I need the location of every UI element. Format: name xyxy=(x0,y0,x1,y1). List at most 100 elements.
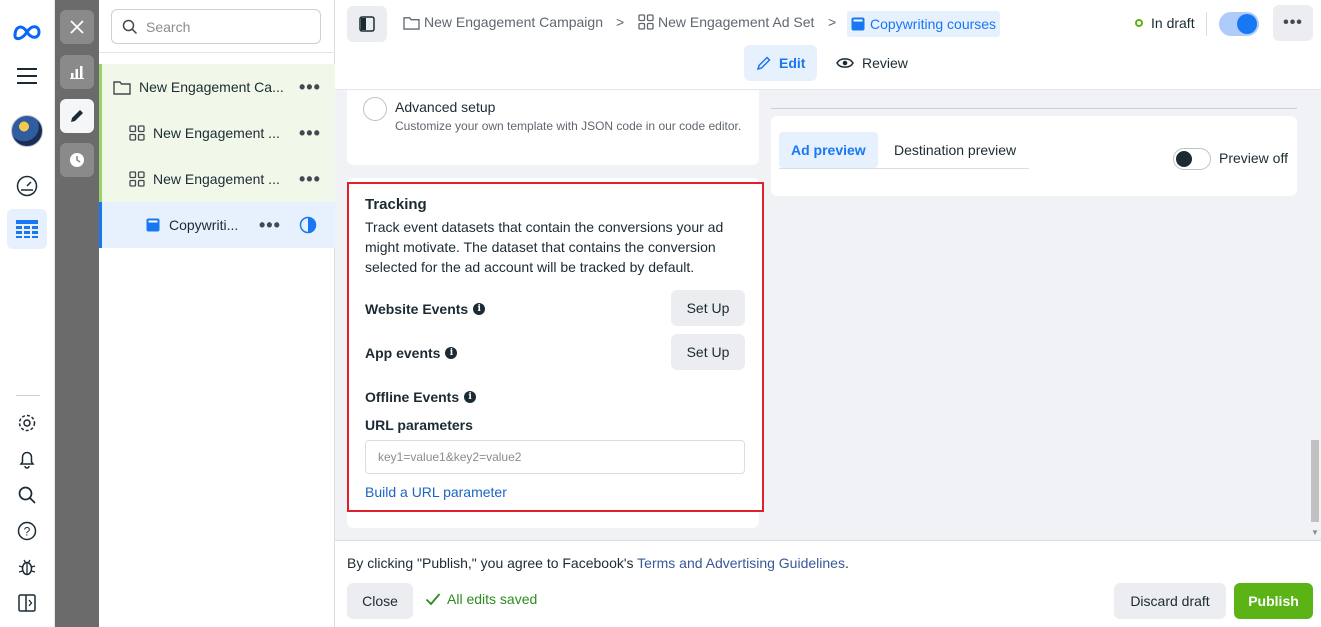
settings-gear-icon[interactable] xyxy=(7,403,47,443)
website-events-setup-button[interactable]: Set Up xyxy=(671,290,745,326)
tracking-description: Track event datasets that contain the co… xyxy=(365,219,724,275)
account-avatar[interactable] xyxy=(7,111,47,151)
build-url-parameter-link[interactable]: Build a URL parameter xyxy=(365,484,507,500)
folder-icon xyxy=(113,81,131,95)
close-button[interactable]: Close xyxy=(347,583,413,619)
breadcrumb-label: New Engagement Ad Set xyxy=(658,14,815,30)
edit-mode-button[interactable]: Edit xyxy=(744,45,818,81)
tree-item-ad[interactable]: Copywriti... ••• xyxy=(99,202,335,248)
meta-logo-icon[interactable] xyxy=(7,12,47,52)
app-events-row: App events i xyxy=(365,345,458,361)
more-actions-button[interactable]: ••• xyxy=(1273,5,1313,41)
campaign-tree-panel: New Engagement Ca... ••• New Engagement … xyxy=(99,0,335,627)
tree-item-label: New Engagement ... xyxy=(153,125,280,141)
more-options-icon[interactable]: ••• xyxy=(259,216,281,234)
notifications-bell-icon[interactable] xyxy=(7,439,47,479)
publish-legal-text: By clicking "Publish," you agree to Face… xyxy=(347,555,849,571)
review-mode-label: Review xyxy=(862,55,908,71)
url-parameters-input[interactable] xyxy=(365,440,745,474)
draft-status-icon xyxy=(299,216,317,234)
website-events-row: Website Events i xyxy=(365,301,486,317)
publish-button[interactable]: Publish xyxy=(1234,583,1313,619)
tree-item-campaign[interactable]: New Engagement Ca... ••• xyxy=(99,64,335,110)
ad-icon xyxy=(851,17,865,31)
tree-search-field[interactable] xyxy=(111,9,321,44)
ads-manager-table-icon[interactable] xyxy=(7,209,47,249)
scrollbar-thumb[interactable] xyxy=(1311,440,1319,522)
breadcrumb-ad-set[interactable]: New Engagement Ad Set xyxy=(638,14,814,30)
breadcrumb-campaign[interactable]: New Engagement Campaign xyxy=(403,14,603,30)
nav-divider xyxy=(16,395,40,396)
dashboard-gauge-icon[interactable] xyxy=(7,166,47,206)
tab-destination-preview[interactable]: Destination preview xyxy=(882,132,1028,168)
ad-preview-card: Ad preview Destination preview Preview o… xyxy=(771,116,1297,196)
editor-header: New Engagement Campaign > New Engagement… xyxy=(335,0,1321,90)
tool-rail xyxy=(55,0,99,627)
preview-toggle-label: Preview off xyxy=(1219,150,1288,166)
offline-events-label: Offline Events xyxy=(365,389,460,405)
edit-pencil-icon xyxy=(756,56,771,71)
more-options-icon[interactable]: ••• xyxy=(299,124,321,142)
tracking-title: Tracking xyxy=(365,196,427,213)
info-icon[interactable]: i xyxy=(445,347,458,359)
more-options-icon[interactable]: ••• xyxy=(299,78,321,96)
advanced-setup-title: Advanced setup xyxy=(395,99,496,115)
save-status: All edits saved xyxy=(425,591,537,607)
tracking-section: Tracking Track event datasets that conta… xyxy=(347,182,764,512)
checkmark-icon xyxy=(425,593,441,606)
advanced-setup-description: Customize your own template with JSON co… xyxy=(395,119,742,133)
more-options-icon[interactable]: ••• xyxy=(299,170,321,188)
breadcrumb-label: New Engagement Campaign xyxy=(424,14,603,30)
edit-pencil-icon[interactable] xyxy=(60,99,94,133)
search-icon[interactable] xyxy=(7,475,47,515)
terms-link[interactable]: Terms and Advertising Guidelines xyxy=(637,555,845,571)
offline-events-row: Offline Events i xyxy=(365,389,477,405)
ad-set-grid-icon xyxy=(638,14,654,30)
url-parameters-label: URL parameters xyxy=(365,417,473,433)
tree-item-ad-set[interactable]: New Engagement ... ••• xyxy=(99,156,335,202)
panel-layout-icon xyxy=(359,16,375,32)
svg-text:?: ? xyxy=(24,525,31,539)
sidebar-toggle-icon[interactable] xyxy=(7,583,47,623)
section-divider xyxy=(771,108,1297,109)
tree-search-input[interactable] xyxy=(146,18,316,35)
eye-icon xyxy=(836,58,854,68)
breadcrumb-label: Copywriting courses xyxy=(870,16,997,32)
save-status-text: All edits saved xyxy=(447,591,538,607)
history-clock-icon[interactable] xyxy=(60,143,94,177)
help-icon[interactable]: ? xyxy=(7,511,47,551)
advanced-setup-card: Advanced setup Customize your own templa… xyxy=(347,90,759,165)
breadcrumb-ad[interactable]: Copywriting courses xyxy=(847,11,1001,37)
toggle-tree-panel-button[interactable] xyxy=(347,6,387,42)
chevron-right-icon: > xyxy=(616,14,625,30)
search-icon xyxy=(122,19,138,34)
global-nav: ? xyxy=(0,0,55,627)
publish-toggle-switch[interactable] xyxy=(1219,12,1259,36)
folder-icon xyxy=(403,16,420,30)
analytics-chart-icon[interactable] xyxy=(60,55,94,89)
tree-item-ad-set[interactable]: New Engagement ... ••• xyxy=(99,110,335,156)
hamburger-menu-icon[interactable] xyxy=(7,56,47,96)
bug-report-icon[interactable] xyxy=(7,547,47,587)
ad-set-grid-icon xyxy=(129,125,145,141)
info-icon[interactable]: i xyxy=(464,391,477,403)
close-icon[interactable] xyxy=(60,10,94,44)
content-scrollbar[interactable]: ▼ xyxy=(1309,90,1321,540)
advanced-setup-radio[interactable] xyxy=(363,97,387,121)
chevron-right-icon: > xyxy=(828,14,837,30)
status-text: In draft xyxy=(1151,15,1195,31)
app-events-setup-button[interactable]: Set Up xyxy=(671,334,745,370)
info-icon[interactable]: i xyxy=(473,303,486,315)
preview-toggle-switch[interactable] xyxy=(1173,148,1211,170)
status-dot-icon xyxy=(1135,19,1143,27)
review-mode-button[interactable]: Review xyxy=(824,45,920,81)
scroll-down-arrow-icon[interactable]: ▼ xyxy=(1311,528,1319,537)
app-events-label: App events xyxy=(365,345,441,361)
editor-content: Advanced setup Customize your own templa… xyxy=(335,90,1321,540)
tree-item-label: New Engagement Ca... xyxy=(139,79,284,95)
website-events-label: Website Events xyxy=(365,301,469,317)
discard-draft-button[interactable]: Discard draft xyxy=(1114,583,1226,619)
tree-item-label: New Engagement ... xyxy=(153,171,280,187)
ad-icon xyxy=(146,218,160,232)
tab-ad-preview[interactable]: Ad preview xyxy=(779,132,878,168)
